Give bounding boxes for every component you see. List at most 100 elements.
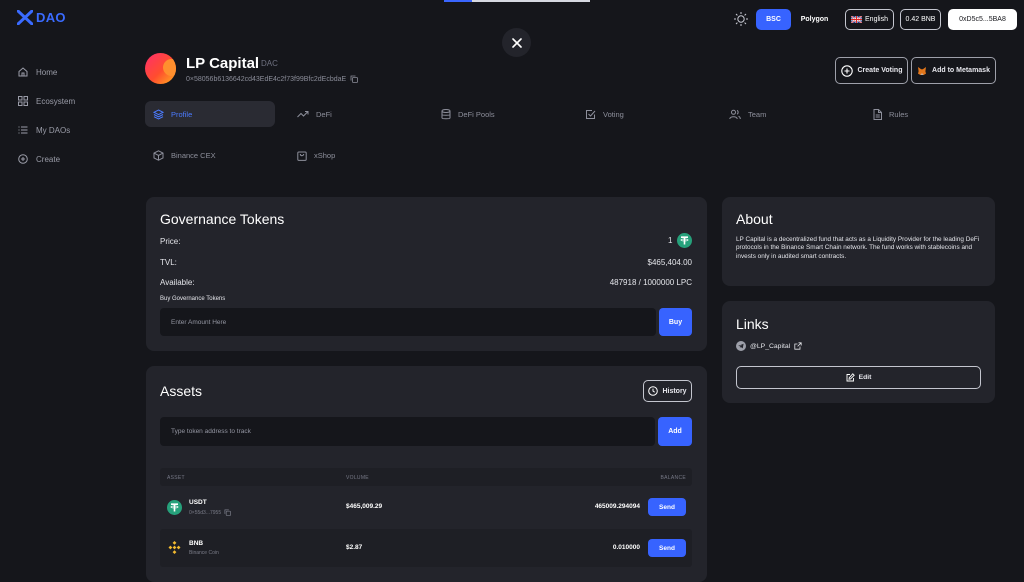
app-logo[interactable]: DAO (17, 10, 66, 25)
list-icon (18, 126, 28, 134)
telegram-icon (736, 341, 746, 351)
language-selector[interactable]: English (845, 9, 894, 30)
tab-label: xShop (314, 150, 336, 160)
asset-address: 0×55d3...7955 (189, 509, 232, 516)
dao-avatar (145, 53, 176, 84)
sidebar-item-label: Create (36, 154, 61, 164)
tab-voting[interactable]: Voting (585, 101, 624, 127)
tab-defi[interactable]: DeFi (297, 101, 332, 127)
available-value: 487918 / 1000000 LPC (609, 278, 692, 287)
price-amount: 1 (668, 236, 673, 245)
column-header-balance: BALANCE (660, 475, 686, 481)
tvl-label: TVL: (160, 258, 177, 267)
asset-balance: 0.010000 (612, 544, 640, 551)
close-icon (511, 37, 522, 48)
top-progress-track (472, 0, 590, 2)
price-label: Price: (160, 237, 181, 246)
tether-icon (677, 233, 693, 248)
asset-symbol: USDT (189, 499, 207, 506)
token-address-input[interactable]: Type token address to track (160, 417, 655, 446)
history-label: History (662, 387, 687, 395)
buy-button[interactable]: Buy (659, 308, 692, 336)
sidebar-item-label: Home (36, 67, 58, 77)
network-bsc-button[interactable]: BSC (756, 9, 791, 30)
create-voting-button[interactable]: Create Voting (835, 57, 908, 84)
sidebar-item-my-daos[interactable]: My DAOs (18, 125, 70, 135)
metamask-fox-icon (918, 66, 927, 75)
tab-label: Rules (889, 109, 909, 119)
users-icon (729, 109, 741, 119)
tab-label: DeFi Pools (458, 109, 495, 119)
column-header-asset: ASSET (167, 475, 185, 481)
network-label: BSC (766, 16, 781, 23)
add-to-metamask-button[interactable]: Add to Metamask (911, 57, 996, 84)
network-label: Polygon (800, 16, 829, 23)
tab-label: Profile (171, 109, 193, 119)
language-label: English (865, 16, 888, 23)
asset-subtitle: Binance Coin (189, 550, 219, 556)
bag-icon (297, 151, 307, 161)
sidebar-item-home[interactable]: Home (18, 67, 57, 77)
balance-badge: 0.42 BNB (900, 9, 941, 30)
governance-title: Governance Tokens (160, 211, 285, 227)
tab-defi-pools[interactable]: DeFi Pools (441, 101, 495, 127)
copy-icon[interactable] (350, 75, 359, 83)
dao-type: DAC (261, 59, 278, 68)
about-title: About (736, 211, 773, 227)
tvl-value: $465,404.00 (647, 258, 693, 267)
telegram-handle: @LP_Capital (750, 342, 791, 350)
dao-address-text: 0×58056b6136642cd43EdE4c2f73f99Bfc2dEcbd… (186, 75, 347, 83)
assets-table-header (160, 468, 692, 486)
external-link-icon (794, 342, 802, 350)
history-button[interactable]: History (643, 380, 692, 402)
send-button[interactable]: Send (648, 498, 686, 516)
close-button[interactable] (502, 28, 531, 57)
copy-icon[interactable] (224, 509, 232, 516)
tab-rules[interactable]: Rules (873, 101, 908, 127)
layers-icon (153, 108, 164, 120)
available-label: Available: (160, 278, 195, 287)
database-icon (441, 108, 451, 119)
sidebar-item-create[interactable]: Create (18, 154, 60, 164)
plus-circle-icon (18, 154, 28, 164)
sidebar-item-ecosystem[interactable]: Ecosystem (18, 96, 75, 106)
tab-label: Team (748, 109, 767, 119)
dao-name: LP Capital (186, 55, 260, 72)
plus-circle-icon (840, 64, 853, 77)
theme-toggle[interactable] (733, 11, 749, 27)
avatar-accent (163, 59, 176, 76)
tab-label: Binance CEX (171, 150, 216, 160)
checkbox-icon (586, 109, 596, 119)
wallet-address: 0xD5c5...5BA8 (959, 16, 1006, 23)
about-text: LP Capital is a decentralized fund that … (736, 236, 980, 260)
amount-input[interactable]: Enter Amount Here (160, 308, 656, 336)
balance-value: 0.42 BNB (905, 16, 936, 23)
add-token-button[interactable]: Add (658, 417, 692, 446)
x-logo-icon (17, 10, 33, 25)
asset-address-text: 0×55d3...7955 (189, 509, 222, 516)
document-icon (873, 108, 882, 120)
clock-icon (648, 386, 659, 396)
tab-binance-cex[interactable]: Binance CEX (153, 142, 216, 168)
tab-xshop[interactable]: xShop (297, 142, 335, 168)
price-value: 1 (668, 233, 693, 248)
cube-icon (153, 149, 164, 161)
tab-profile[interactable]: Profile (145, 101, 275, 127)
tether-icon (167, 500, 182, 515)
logo-text: DAO (36, 10, 66, 25)
grid-icon (18, 96, 28, 106)
edit-icon (846, 373, 855, 382)
wallet-button[interactable]: 0xD5c5...5BA8 (948, 9, 1017, 30)
network-polygon-button[interactable]: Polygon (795, 9, 834, 30)
tab-team[interactable]: Team (729, 101, 766, 127)
asset-volume: $465,009.29 (346, 503, 383, 510)
send-button[interactable]: Send (648, 539, 686, 557)
bnb-icon (168, 541, 181, 554)
links-title: Links (736, 316, 769, 332)
telegram-link[interactable]: @LP_Capital (736, 341, 802, 351)
asset-volume: $2.87 (346, 544, 363, 551)
edit-links-button[interactable]: Edit (736, 366, 981, 389)
asset-balance: 465009.294094 (594, 503, 640, 510)
uk-flag-icon (851, 16, 863, 23)
tab-label: DeFi (316, 109, 332, 119)
